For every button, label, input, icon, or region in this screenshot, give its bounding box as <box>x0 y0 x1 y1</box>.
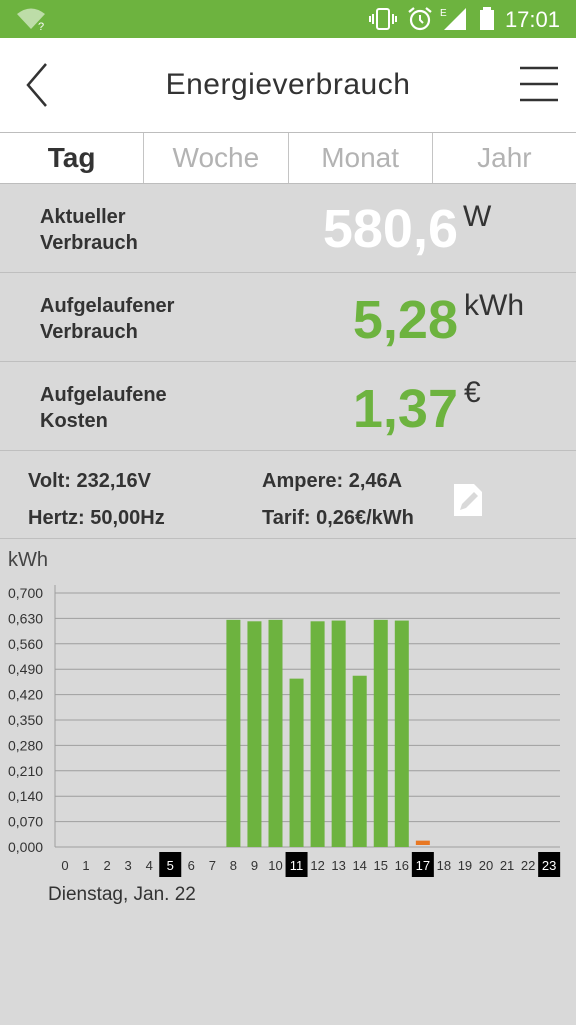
x-tick-label: 2 <box>103 858 110 873</box>
x-tick-label: 15 <box>374 858 388 873</box>
ampere-value: Ampere: 2,46A <box>262 470 403 492</box>
bar <box>394 620 409 847</box>
label-line: Aufgelaufener <box>40 295 175 317</box>
label-line: Verbrauch <box>40 321 138 343</box>
bar <box>352 675 367 847</box>
bar <box>247 621 262 847</box>
cost-row: Aufgelaufene Kosten 1,37 € <box>0 362 576 451</box>
accumulated-consumption-row: Aufgelaufener Verbrauch 5,28 kWh <box>0 273 576 362</box>
bar <box>289 678 304 847</box>
label-line: Kosten <box>40 410 108 432</box>
tarif-value: Tarif: 0,26€/kWh <box>262 507 414 529</box>
current-consumption-label: Aktueller Verbrauch <box>40 204 138 256</box>
bar-current-hour <box>415 840 430 845</box>
vibrate-icon <box>369 8 397 30</box>
label-line: Verbrauch <box>40 232 138 254</box>
alarm-icon <box>408 7 432 31</box>
y-tick-label: 0,350 <box>8 712 43 728</box>
tab-jahr[interactable]: Jahr <box>431 133 576 183</box>
x-tick-label: 12 <box>310 858 324 873</box>
x-tick-label: 11 <box>290 858 304 873</box>
y-tick-label: 0,210 <box>8 763 43 779</box>
accumulated-consumption-label: Aufgelaufener Verbrauch <box>40 293 174 345</box>
x-tick-label: 22 <box>521 858 535 873</box>
x-tick-label: 1 <box>82 858 89 873</box>
status-bar: ? E 17:01 <box>0 0 576 38</box>
current-consumption-unit: W <box>463 200 492 233</box>
app-bar: Energieverbrauch <box>0 38 576 133</box>
bar <box>226 619 241 847</box>
x-tick-label: 6 <box>188 858 195 873</box>
status-time: 17:01 <box>504 7 560 32</box>
x-tick-label: 7 <box>209 858 216 873</box>
accumulated-consumption-value: 5,28 <box>352 290 458 350</box>
x-tick-label: 17 <box>416 858 430 873</box>
hourly-consumption-chart: kWh 0,000 0,070 0,140 0,210 0,280 0,350 0,420 0… <box>8 549 561 877</box>
x-tick-label: 18 <box>437 858 451 873</box>
bar <box>310 621 325 847</box>
cost-value: 1,37 <box>352 379 458 439</box>
x-tick-label: 23 <box>542 858 556 873</box>
y-tick-label: 0,420 <box>8 687 43 703</box>
y-tick-label: 0,140 <box>8 788 43 804</box>
wifi-icon: ? <box>17 8 45 31</box>
tab-monat[interactable]: Monat <box>287 133 432 183</box>
x-tick-label: 13 <box>331 858 345 873</box>
bar <box>373 619 388 847</box>
y-tick-label: 0,490 <box>8 661 43 677</box>
volt-value: Volt: 232,16V <box>28 470 152 492</box>
current-consumption-row: Aktueller Verbrauch 580,6 W <box>0 184 576 273</box>
tab-tag[interactable]: Tag <box>0 133 143 183</box>
wifi-badge: ? <box>38 21 44 31</box>
x-tick-label: 8 <box>230 858 237 873</box>
x-tick-label: 9 <box>251 858 258 873</box>
x-tick-label: 20 <box>479 858 493 873</box>
x-tick-label: 21 <box>500 858 514 873</box>
edit-tariff-icon[interactable] <box>452 482 484 518</box>
y-tick-label: 0,280 <box>8 737 43 753</box>
chart-date: Dienstag, Jan. 22 <box>48 884 196 905</box>
x-tick-label: 10 <box>268 858 282 873</box>
y-tick-label: 0,000 <box>8 839 43 855</box>
y-tick-label: 0,070 <box>8 814 43 830</box>
electrical-details: Volt: 232,16V Ampere: 2,46A Hertz: 50,00… <box>0 450 576 539</box>
x-tick-label: 3 <box>125 858 132 873</box>
bar <box>268 619 283 847</box>
period-tabs: Tag Woche Monat Jahr <box>0 133 576 184</box>
hamburger-menu-icon[interactable] <box>518 64 560 104</box>
x-tick-label: 19 <box>458 858 472 873</box>
hertz-value: Hertz: 50,00Hz <box>28 507 165 529</box>
x-tick-label: 0 <box>61 858 68 873</box>
battery-icon <box>480 7 494 30</box>
accumulated-consumption-unit: kWh <box>464 289 524 322</box>
x-tick-label: 5 <box>167 858 174 873</box>
current-consumption-value: 580,6 <box>322 199 458 259</box>
x-tick-label: 14 <box>352 858 366 873</box>
network-type: E <box>440 8 447 19</box>
y-tick-label: 0,630 <box>8 610 43 626</box>
y-axis-label: kWh <box>8 549 48 571</box>
label-line: Aktueller <box>40 206 126 228</box>
x-tick-label: 16 <box>395 858 409 873</box>
y-tick-label: 0,700 <box>8 585 43 601</box>
page-title: Energieverbrauch <box>165 68 411 101</box>
cost-label: Aufgelaufene Kosten <box>40 382 167 434</box>
y-tick-label: 0,560 <box>8 636 43 652</box>
x-tick-label: 4 <box>146 858 153 873</box>
tab-woche[interactable]: Woche <box>143 133 287 183</box>
signal-icon: E <box>440 8 466 30</box>
cost-currency: € <box>464 376 481 409</box>
bar <box>331 620 346 847</box>
label-line: Aufgelaufene <box>40 384 167 406</box>
